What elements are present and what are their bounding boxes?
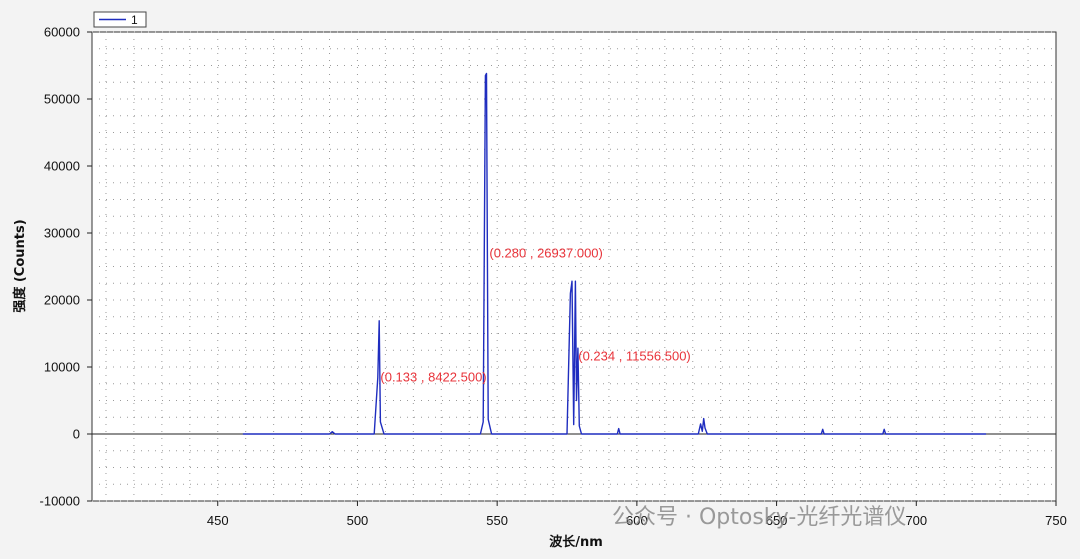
y-tick-label: -10000: [40, 494, 80, 509]
x-tick-label: 750: [1045, 513, 1067, 528]
y-tick-label: 40000: [44, 159, 80, 174]
spectrum-chart: -10000 0 10000 20000 30000 40000 50000 60000 45…: [0, 0, 1080, 559]
x-tick-label: 550: [486, 513, 508, 528]
peak-annotation: (0.280 , 26937.000): [489, 246, 602, 261]
x-tick-label: 500: [347, 513, 369, 528]
peak-annotation: (0.234 , 11556.500): [578, 349, 691, 364]
x-tick-label: 700: [905, 513, 927, 528]
legend-label-series-1: 1: [131, 13, 138, 27]
y-tick-label: 30000: [44, 226, 80, 241]
y-tick-label: 20000: [44, 293, 80, 308]
legend[interactable]: 1: [93, 11, 147, 28]
y-tick-label: 10000: [44, 360, 80, 375]
y-tick-label: 60000: [44, 25, 80, 40]
x-tick-label: 450: [207, 513, 229, 528]
chart-container: -10000 0 10000 20000 30000 40000 50000 60000 45…: [0, 0, 1080, 559]
peak-annotation: (0.133 , 8422.500): [380, 370, 486, 385]
y-axis-label: 强度 (Counts): [12, 219, 28, 312]
y-tick-label: 50000: [44, 92, 80, 107]
watermark: 公众号 · Optosky-光纤光谱仪: [612, 505, 906, 530]
x-axis-label: 波长/nm: [549, 534, 603, 550]
y-tick-label: 0: [73, 427, 80, 442]
